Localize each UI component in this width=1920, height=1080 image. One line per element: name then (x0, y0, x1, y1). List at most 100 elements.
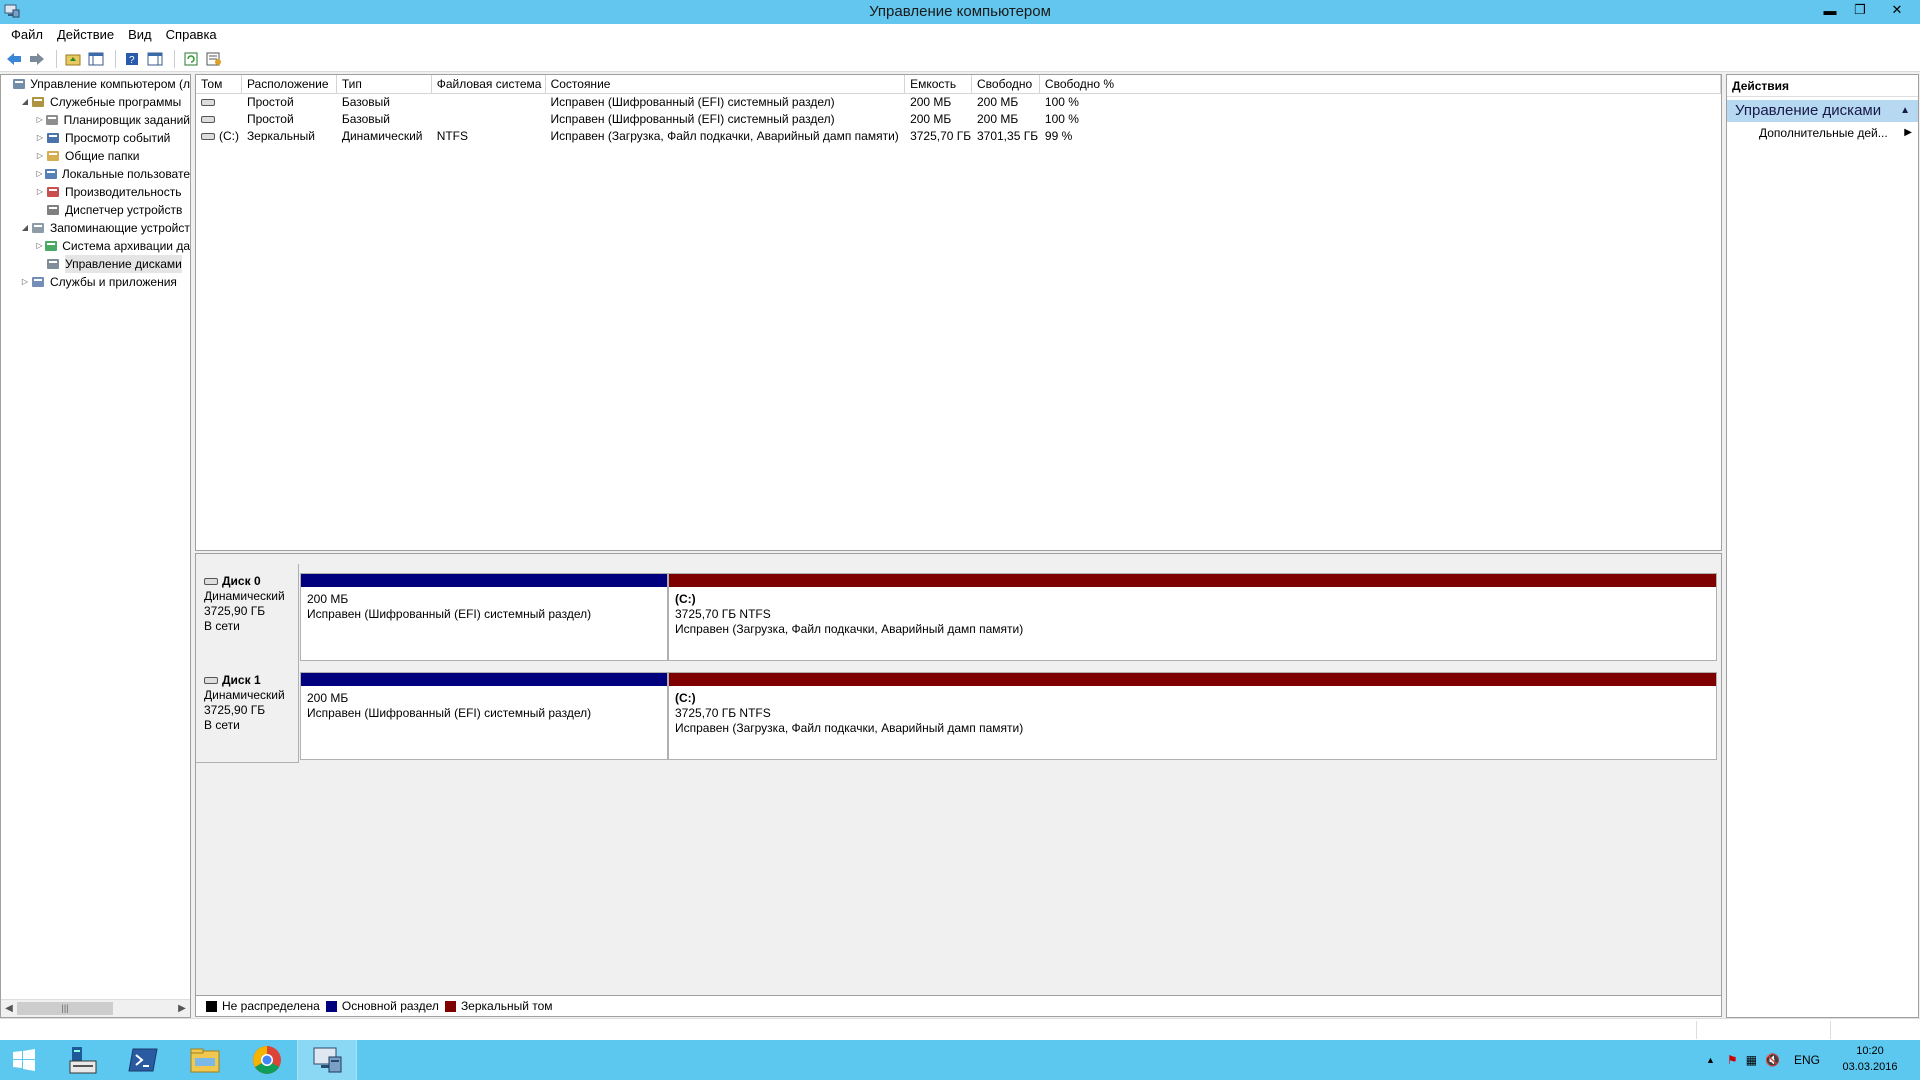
legend-mirrored-volume: Зеркальный том (460, 999, 553, 1013)
partition-status: Исправен (Загрузка, Файл подкачки, Авари… (675, 721, 1024, 735)
cell-type: Базовый (341, 95, 390, 109)
start-button[interactable] (0, 1040, 48, 1080)
column-header-volume[interactable]: Том (196, 75, 242, 93)
scrollbar-thumb[interactable]: ||| (17, 1002, 113, 1015)
maximize-button[interactable]: ❐ (1846, 0, 1874, 20)
tree-expander-icon[interactable]: ▷ (35, 237, 44, 255)
disk-1-info[interactable]: Диск 1 Динамический 3725,90 ГБ В сети (196, 663, 299, 763)
cell-filesystem (432, 94, 546, 111)
more-actions-item[interactable]: Дополнительные дей... ▶ (1727, 122, 1918, 144)
show-hide-tree-button[interactable] (86, 49, 106, 69)
refresh-button[interactable] (181, 49, 201, 69)
partition-status: Исправен (Шифрованный (EFI) системный ра… (307, 607, 592, 621)
event-viewer-icon (45, 130, 61, 146)
menu-view[interactable]: Вид (121, 24, 159, 46)
tree-item-label: Диспетчер устройств (65, 203, 183, 217)
volume-row[interactable]: Простой Базовый Исправен (Шифрованный (EFI… (196, 94, 1721, 111)
close-button[interactable]: ✕ (1874, 0, 1920, 20)
tree-item[interactable]: ▷ Система архивации да (1, 237, 190, 255)
tree-item[interactable]: ◢ Запоминающие устройст (1, 219, 190, 237)
taskbar-file-explorer[interactable] (175, 1040, 235, 1080)
column-header-capacity[interactable]: Емкость (905, 75, 972, 93)
scroll-right-arrow-icon[interactable]: ▶ (174, 1000, 190, 1017)
disk-0-efi-partition[interactable]: 200 МБ Исправен (Шифрованный (EFI) систе… (300, 573, 668, 661)
tree-item-label: Локальные пользовате (61, 167, 190, 181)
column-header-free-space[interactable]: Свободно (972, 75, 1040, 93)
cell-percent-free: 100 % (1044, 95, 1079, 109)
menu-file[interactable]: Файл (4, 24, 50, 46)
disk-1-c-volume[interactable]: (C:) 3725,70 ГБ NTFS Исправен (Загрузка,… (668, 672, 1717, 760)
tree-expander-icon[interactable]: ▷ (35, 183, 45, 201)
up-folder-button[interactable] (63, 49, 83, 69)
system-tray: ▲ ⚑ ▦ 🔇 ENG (1706, 1040, 1820, 1080)
cell-filesystem: NTFS (436, 129, 469, 143)
tree-expander-icon[interactable]: ▷ (20, 273, 30, 291)
properties-icon (206, 52, 221, 65)
tree-item[interactable]: ▷ Планировщик заданий (1, 111, 190, 129)
tree-expander-icon[interactable]: ▷ (35, 165, 44, 183)
taskbar-powershell[interactable] (113, 1040, 173, 1080)
properties-button[interactable] (204, 49, 224, 69)
volume-icon[interactable]: 🔇 (1765, 1053, 1780, 1067)
tree-item[interactable]: ▷ Производительность (1, 183, 190, 201)
disk-0-info[interactable]: Диск 0 Динамический 3725,90 ГБ В сети (196, 564, 299, 664)
file-explorer-icon (190, 1048, 220, 1073)
disk-0-c-volume[interactable]: (C:) 3725,70 ГБ NTFS Исправен (Загрузка,… (668, 573, 1717, 661)
tree-item[interactable]: ▷ Просмотр событий (1, 129, 190, 147)
collapse-up-icon[interactable]: ▲ (1900, 100, 1910, 122)
column-header-type[interactable]: Тип (337, 75, 432, 93)
back-button[interactable] (4, 49, 24, 69)
actions-section-disk-management[interactable]: Управление дисками ▲ (1727, 100, 1918, 122)
disk-0-row[interactable]: Диск 0 Динамический 3725,90 ГБ В сети 20… (196, 564, 1721, 664)
tree-item[interactable]: ▷ Локальные пользовате (1, 165, 190, 183)
partition-status: Исправен (Загрузка, Файл подкачки, Авари… (675, 622, 1024, 636)
disk-1-row[interactable]: Диск 1 Динамический 3725,90 ГБ В сети 20… (196, 663, 1721, 763)
tree-horizontal-scrollbar[interactable]: ◀ ||| ▶ (1, 999, 190, 1017)
network-icon[interactable]: ▦ (1746, 1053, 1757, 1067)
volume-label: (C:) (219, 129, 239, 143)
tree-expander-icon[interactable]: ◢ (20, 93, 30, 111)
taskbar-computer-management[interactable] (297, 1040, 357, 1080)
disk-1-efi-partition[interactable]: 200 МБ Исправен (Шифрованный (EFI) систе… (300, 672, 668, 760)
taskbar-server-manager[interactable] (52, 1040, 112, 1080)
tree-item[interactable]: ◢ Служебные программы (1, 93, 190, 111)
input-language-indicator[interactable]: ENG (1794, 1053, 1820, 1067)
cell-layout: Зеркальный (246, 129, 315, 143)
volume-row[interactable]: Простой Базовый Исправен (Шифрованный (EFI… (196, 111, 1721, 128)
tree-expander-icon[interactable]: ▷ (35, 147, 45, 165)
menu-help[interactable]: Справка (159, 24, 224, 46)
computer-management-icon (313, 1047, 342, 1073)
minimize-button[interactable]: ▬ (1816, 0, 1844, 20)
column-header-percent-free[interactable]: Свободно % (1040, 75, 1721, 93)
show-hidden-icons-icon[interactable]: ▲ (1706, 1055, 1715, 1065)
menu-action[interactable]: Действие (50, 24, 121, 46)
taskbar-chrome[interactable] (237, 1040, 297, 1080)
column-header-layout[interactable]: Расположение (242, 75, 337, 93)
tree-item-label: Управление компьютером (л (30, 77, 190, 91)
clock-date: 03.03.2016 (1842, 1061, 1898, 1073)
tree-expander-icon[interactable]: ▷ (35, 129, 45, 147)
column-header-status[interactable]: Состояние (546, 75, 906, 93)
tree-item[interactable]: Управление дисками (1, 255, 190, 273)
volume-row[interactable]: (C:) Зеркальный Динамический NTFS Исправен (… (196, 128, 1721, 145)
device-manager-icon (45, 202, 61, 218)
tree-item[interactable]: ▷ Службы и приложения (1, 273, 190, 291)
cell-layout: Простой (246, 112, 294, 126)
column-header-filesystem[interactable]: Файловая система (432, 75, 546, 93)
taskbar-clock[interactable]: 10:20 03.03.2016 (1830, 1043, 1910, 1075)
action-center-icon[interactable]: ⚑ (1727, 1053, 1738, 1067)
tree-item-label: Просмотр событий (65, 131, 171, 145)
toolbar: ? (0, 46, 1920, 72)
scroll-left-arrow-icon[interactable]: ◀ (1, 1000, 17, 1017)
show-hide-action-pane-button[interactable] (145, 49, 165, 69)
help-button[interactable]: ? (122, 49, 142, 69)
tree-item[interactable]: Управление компьютером (л (1, 75, 190, 93)
forward-button[interactable] (27, 49, 47, 69)
tree-item[interactable]: Диспетчер устройств (1, 201, 190, 219)
tree-expander-icon[interactable]: ◢ (20, 219, 30, 237)
tree-item[interactable]: ▷ Общие папки (1, 147, 190, 165)
disk-status: В сети (204, 718, 240, 732)
tree-expander-icon[interactable]: ▷ (35, 111, 44, 129)
svg-text:?: ? (129, 55, 135, 66)
refresh-icon (184, 52, 198, 65)
